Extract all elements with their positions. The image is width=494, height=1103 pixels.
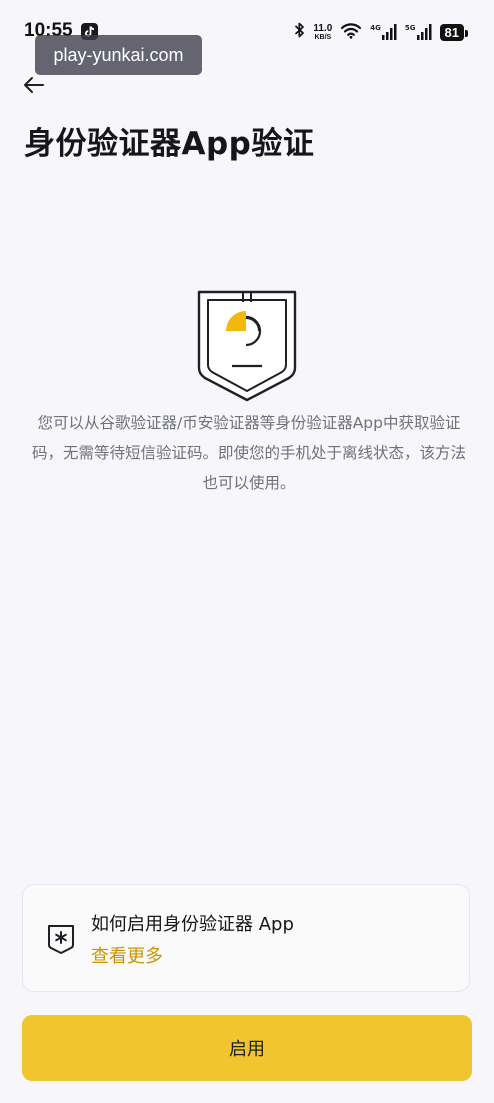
signal-1-tag: 4G (370, 24, 381, 32)
signal-icon: 4G (370, 24, 397, 40)
help-card[interactable]: 如何启用身份验证器 App 查看更多 (22, 884, 470, 992)
status-indicators: 11.0 KB/S 4G 5G 81 (294, 21, 469, 43)
battery-icon: 81 (439, 23, 469, 41)
signal-icon: 5G (405, 24, 432, 40)
description-text: 您可以从谷歌验证器/币安验证器等身份验证器App中获取验证码，无需等待短信验证码… (31, 414, 466, 492)
back-button[interactable] (20, 72, 50, 98)
net-speed-unit: KB/S (314, 33, 332, 41)
watermark: play-yunkai.com (35, 35, 202, 75)
asterisk-shield-icon (47, 923, 75, 955)
arrow-left-icon (24, 77, 44, 93)
page-title: 身份验证器App验证 (24, 126, 315, 162)
net-speed-value: 11.0 (313, 22, 333, 34)
help-card-title: 如何启用身份验证器 App (91, 914, 294, 935)
enable-button[interactable]: 启用 (22, 1015, 472, 1081)
bluetooth-icon (294, 21, 305, 43)
wifi-icon (340, 22, 362, 43)
net-speed: 11.0 KB/S (313, 22, 333, 41)
signal-2-tag: 5G (404, 24, 416, 32)
learn-more-link[interactable]: 查看更多 (91, 942, 163, 968)
shield-icon (196, 288, 298, 402)
